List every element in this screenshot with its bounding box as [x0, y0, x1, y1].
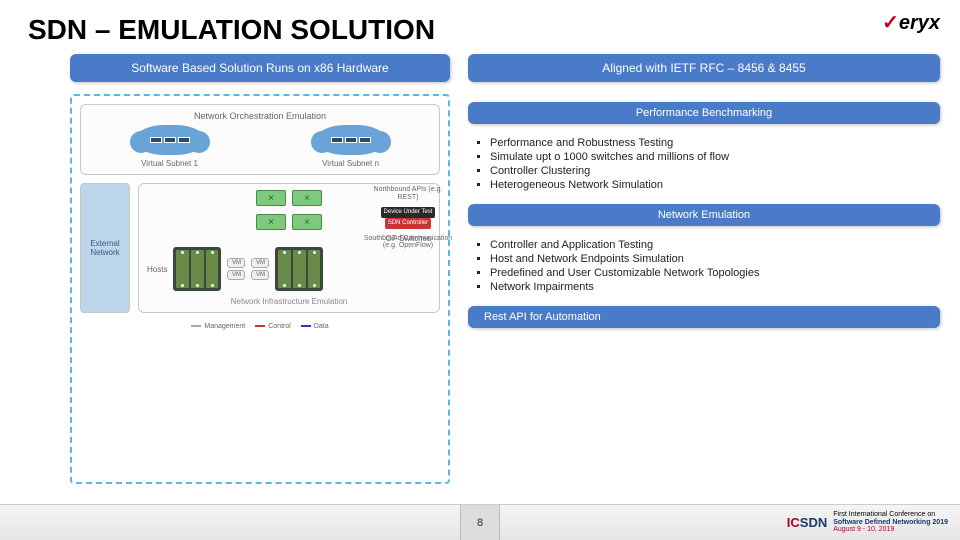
vm-icon: VM — [251, 258, 269, 268]
orchestration-title: Network Orchestration Emulation — [89, 111, 431, 121]
conf-line1: First International Conference on — [833, 511, 948, 518]
switch-icon — [292, 214, 322, 230]
architecture-diagram: Network Orchestration Emulation Virtual … — [70, 94, 450, 484]
switch-icon — [256, 190, 286, 206]
page-number: 8 — [460, 505, 500, 540]
switch-icon — [256, 214, 286, 230]
left-column: Software Based Solution Runs on x86 Hard… — [70, 54, 450, 484]
legend-item: Data — [301, 323, 329, 330]
vm-icon: VM — [227, 270, 245, 280]
subnetn-label: Virtual Subnet n — [322, 159, 379, 168]
vm-icon: VM — [227, 258, 245, 268]
infrastructure-label: Network Infrastructure Emulation — [147, 297, 431, 306]
logo-text: eryx — [899, 12, 940, 34]
virtual-subnet-1: Virtual Subnet 1 — [135, 125, 205, 168]
external-network-box: External Network — [80, 183, 130, 313]
list-item: Host and Network Endpoints Simulation — [490, 253, 934, 265]
legend-item: Control — [255, 323, 291, 330]
performance-benchmarking-pill: Performance Benchmarking — [468, 102, 940, 124]
slide-footer: 8 ICSDN First International Conference o… — [0, 504, 960, 540]
list-item: Heterogeneous Network Simulation — [490, 179, 934, 191]
vm-icon: VM — [251, 270, 269, 280]
legend: Management Control Data — [80, 323, 440, 330]
right-header-pill: Aligned with IETF RFC – 8456 & 8455 — [468, 54, 940, 82]
dut-box: Device Under Test — [381, 207, 436, 218]
list-item: Controller and Application Testing — [490, 239, 934, 251]
list-item: Network Impairments — [490, 281, 934, 293]
server-rack-icon — [173, 247, 221, 291]
performance-list: Performance and Robustness Testing Simul… — [468, 131, 940, 197]
virtual-subnet-n: Virtual Subnet n — [316, 125, 386, 168]
rest-api-pill: Rest API for Automation — [468, 306, 940, 328]
brand-logo: ✓eryx — [882, 10, 940, 35]
switch-icon — [292, 190, 322, 206]
vm-stack: VM VM — [227, 258, 245, 280]
list-item: Performance and Robustness Testing — [490, 137, 934, 149]
subnet1-label: Virtual Subnet 1 — [141, 159, 198, 168]
slide-title: SDN – EMULATION SOLUTION — [28, 14, 435, 46]
network-emulation-pill: Network Emulation — [468, 204, 940, 226]
orchestration-box: Network Orchestration Emulation Virtual … — [80, 104, 440, 175]
emulation-list: Controller and Application Testing Host … — [468, 233, 940, 299]
list-item: Predefined and User Customizable Network… — [490, 267, 934, 279]
sdn-controller-box: SDN Controller — [385, 218, 431, 229]
hosts-label: Hosts — [147, 265, 167, 274]
list-item: Controller Clustering — [490, 165, 934, 177]
conf-line3: August 9 - 10, 2019 — [833, 526, 948, 533]
legend-item: Management — [191, 323, 245, 330]
list-item: Simulate upt o 1000 switches and million… — [490, 151, 934, 163]
right-column: Aligned with IETF RFC – 8456 & 8455 Perf… — [468, 54, 940, 484]
conf-line2: Software Defined Networking 2019 — [833, 519, 948, 526]
southbound-label: Southbound Communication (e.g. OpenFlow) — [363, 235, 453, 250]
icsdn-logo: ICSDN — [787, 515, 827, 530]
cloud-icon — [316, 125, 386, 155]
check-icon: ✓ — [882, 12, 899, 34]
cloud-icon — [135, 125, 205, 155]
server-rack-icon — [275, 247, 323, 291]
left-header-pill: Software Based Solution Runs on x86 Hard… — [70, 54, 450, 82]
content-area: Software Based Solution Runs on x86 Hard… — [70, 54, 940, 484]
vm-stack: VM VM — [251, 258, 269, 280]
northbound-label: Northbound APIs (e.g. REST) — [363, 186, 453, 201]
diagram-side-labels: Northbound APIs (e.g. REST) Device Under… — [363, 186, 453, 250]
conference-badge: ICSDN First International Conference on … — [787, 511, 948, 533]
